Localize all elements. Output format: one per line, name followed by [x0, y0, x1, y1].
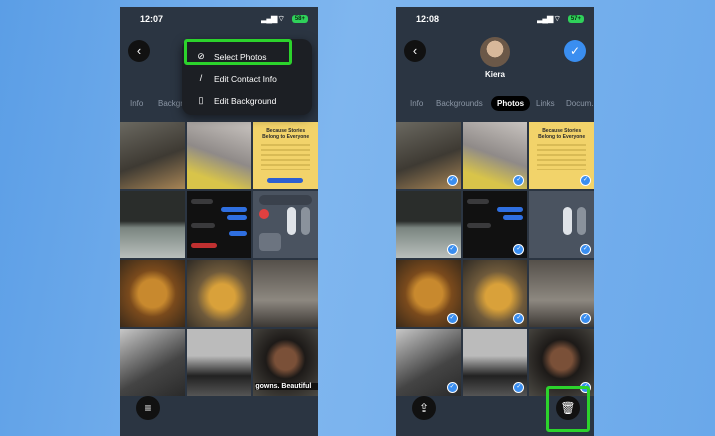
message-bubble [497, 207, 524, 212]
photo-thumbnail[interactable] [186, 191, 252, 258]
message-bubble [466, 199, 489, 204]
selected-check-icon: ✓ [446, 382, 458, 393]
phone-icon: ▯ [198, 95, 204, 105]
tab-info[interactable]: Info [410, 99, 423, 108]
status-bar: 12:08 ▂▄▆ ⌔ 57+ [396, 14, 594, 28]
poster-text-lines [537, 144, 586, 170]
video-caption: gowns. Beautiful [255, 383, 318, 390]
selected-check-icon: ✓ [446, 175, 458, 186]
tab-bar: Info Backgrounds Photos Links Docum... [396, 95, 594, 115]
menu-item-edit-contact-info[interactable]: / Edit Contact Info [182, 69, 312, 89]
photo-thumbnail[interactable]: gowns. Beautiful [253, 329, 318, 396]
menu-item-label: Edit Background [214, 96, 277, 106]
status-bar: 12:07 ▂▄▆ ⌔ 58+ [120, 14, 318, 28]
trash-highlight [546, 386, 590, 432]
back-button[interactable]: ‹ [404, 40, 426, 62]
poster-text-lines [261, 144, 310, 170]
menu-item-label: Edit Contact Info [214, 74, 277, 84]
contact-name: Kiera [484, 70, 505, 79]
photo-thumbnail[interactable]: ✓ [529, 260, 594, 327]
tab-backgrounds[interactable]: Backgrounds [436, 99, 483, 108]
photo-grid: Because Stories Belong to Everyone gowns [120, 122, 318, 396]
select-photos-highlight [184, 39, 292, 65]
left-phone-screen: 12:07 ▂▄▆ ⌔ 58+ ‹ Info Backgr... ⊘ Selec… [120, 7, 318, 436]
photo-thumbnail[interactable]: ✓ [396, 260, 461, 327]
selected-check-icon: ✓ [513, 313, 525, 324]
photo-thumbnail[interactable] [120, 329, 185, 396]
photo-thumbnail[interactable]: ✓ [462, 329, 528, 396]
photo-thumbnail[interactable] [186, 329, 252, 396]
control-tile [259, 233, 282, 251]
status-time: 12:07 [140, 14, 164, 24]
selected-check-icon: ✓ [513, 382, 525, 393]
signal-wifi-icon: ▂▄▆ ⌔ [537, 14, 561, 23]
record-icon [259, 209, 270, 219]
poster-title: Because Stories Belong to Everyone [262, 128, 310, 140]
right-phone-screen: 12:08 ▂▄▆ ⌔ 57+ ‹ Kiera ✓ Info Backgroun… [396, 7, 594, 436]
message-bubble [466, 223, 491, 228]
battery-badge: 57+ [567, 15, 584, 23]
photo-thumbnail[interactable] [253, 260, 318, 327]
message-bubble [503, 215, 524, 220]
photo-thumbnail[interactable] [120, 260, 185, 327]
back-button[interactable]: ‹ [128, 40, 150, 62]
done-checkmark-button[interactable]: ✓ [564, 40, 586, 62]
message-bubble [227, 215, 248, 220]
tab-photos[interactable]: Photos [491, 96, 531, 111]
selected-check-icon: ✓ [513, 175, 525, 186]
filter-button[interactable]: ≡ [136, 396, 160, 420]
photo-thumbnail[interactable] [120, 191, 185, 258]
photo-thumbnail[interactable]: ✓ [462, 122, 528, 189]
photo-thumbnail[interactable]: ✓ [462, 191, 528, 258]
share-button[interactable]: ⇪ [412, 396, 436, 420]
photo-thumbnail[interactable]: ✓ [529, 191, 594, 258]
menu-item-edit-background[interactable]: ▯ Edit Background [182, 91, 312, 111]
selected-check-icon: ✓ [446, 313, 458, 324]
poster-title: Because Stories Belong to Everyone [538, 128, 586, 140]
photo-thumbnail[interactable]: ✓ [396, 329, 461, 396]
pencil-icon: / [199, 73, 203, 83]
photo-thumbnail[interactable]: Because Stories Belong to Everyone [253, 122, 318, 189]
photo-thumbnail[interactable] [186, 122, 252, 189]
photo-thumbnail[interactable]: ✓ [396, 122, 461, 189]
message-bubble [221, 207, 248, 212]
tab-documents[interactable]: Docum... [566, 99, 594, 108]
brightness-slider [287, 207, 297, 235]
avatar[interactable] [480, 37, 510, 67]
selected-check-icon: ✓ [579, 175, 591, 186]
photo-grid: ✓ ✓ Because Stories Belong to Everyone ✓… [396, 122, 594, 396]
photo-thumbnail[interactable]: ✓ [396, 191, 461, 258]
selected-check-icon: ✓ [579, 313, 591, 324]
poster-button [267, 178, 304, 183]
photo-thumbnail[interactable] [253, 191, 318, 258]
photo-thumbnail[interactable]: ✓ [462, 260, 528, 327]
photo-thumbnail[interactable]: Because Stories Belong to Everyone ✓ [529, 122, 594, 189]
selected-check-icon: ✓ [513, 244, 525, 255]
message-bubble [190, 243, 217, 248]
selected-check-icon: ✓ [446, 244, 458, 255]
photo-thumbnail[interactable] [120, 122, 185, 189]
signal-wifi-icon: ▂▄▆ ⌔ [261, 14, 285, 23]
volume-slider [577, 207, 587, 235]
photo-thumbnail[interactable] [186, 260, 252, 327]
message-bubble [190, 199, 213, 204]
status-time: 12:08 [416, 14, 440, 24]
brightness-slider [563, 207, 573, 235]
tab-links[interactable]: Links [536, 99, 555, 108]
tab-info[interactable]: Info [130, 99, 143, 108]
control-pill [259, 195, 312, 205]
selected-check-icon: ✓ [579, 244, 591, 255]
message-bubble [190, 223, 215, 228]
battery-badge: 58+ [291, 15, 308, 23]
message-bubble [229, 231, 248, 236]
volume-slider [301, 207, 311, 235]
